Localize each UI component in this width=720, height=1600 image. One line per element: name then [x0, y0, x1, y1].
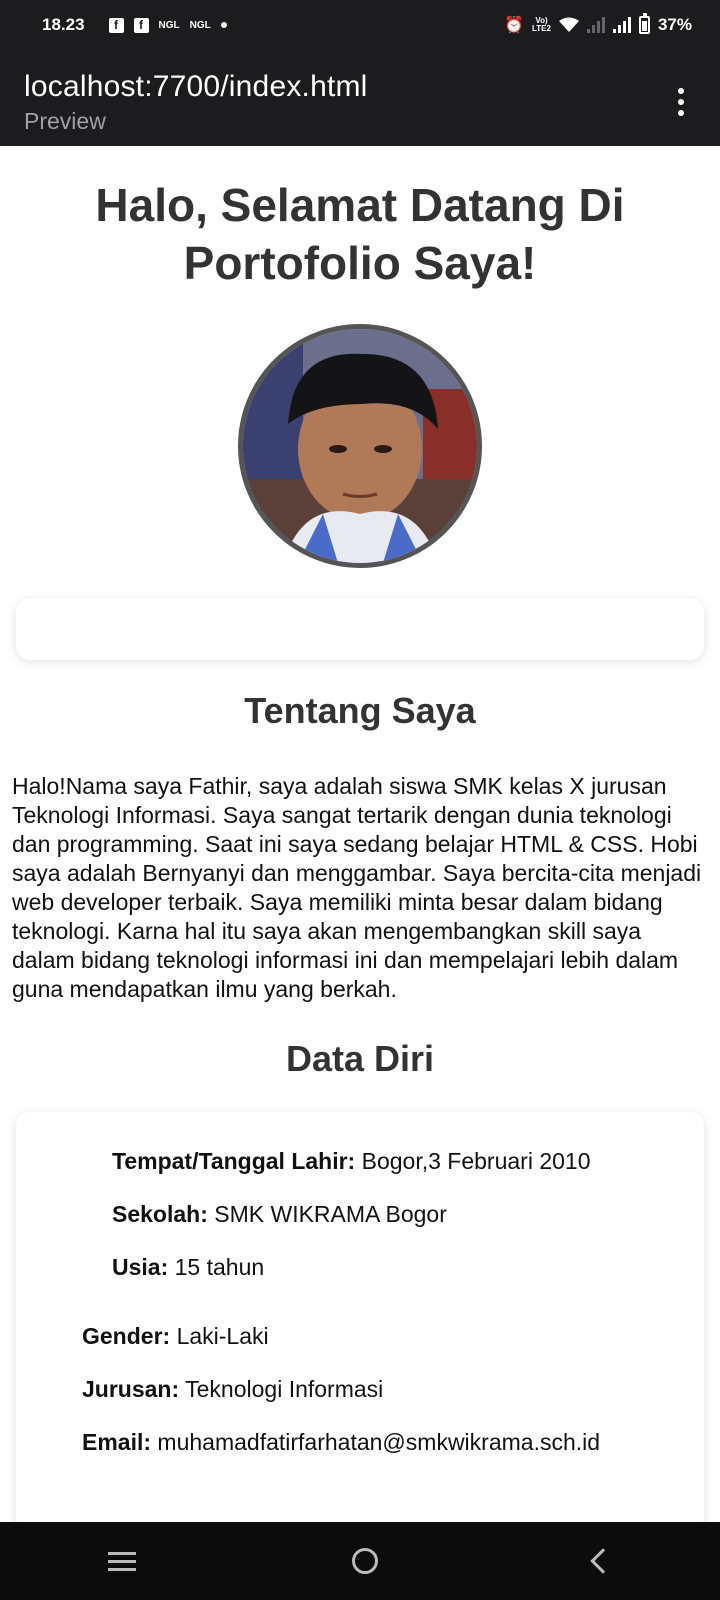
- data-row-sekolah: Sekolah: SMK WIKRAMA Bogor: [16, 1201, 704, 1228]
- usia-label: Usia:: [112, 1254, 169, 1280]
- facebook-icon: f: [133, 17, 149, 33]
- about-heading: Tentang Saya: [244, 690, 476, 731]
- alarm-icon: ⏰: [504, 17, 524, 34]
- system-icons: ⏰ Vo) LTE2 37%: [504, 13, 692, 35]
- data-row-gender: Gender: Laki-Laki: [16, 1323, 704, 1350]
- usia-value: 15 tahun: [174, 1254, 265, 1280]
- sekolah-value: SMK WIKRAMA Bogor: [214, 1201, 447, 1227]
- more-vert-icon[interactable]: [678, 88, 684, 116]
- ttl-value: Bogor,3 Februari 2010: [361, 1148, 591, 1174]
- url-text[interactable]: localhost:7700/index.html: [24, 70, 696, 104]
- page-title: Halo, Selamat Datang Di Portofolio Saya!: [95, 179, 625, 289]
- profile-photo-wrapper: [0, 324, 720, 568]
- facebook-icon: f: [108, 17, 124, 33]
- status-bar: 18.23 f f NGL NGL ⏰ Vo) LTE2 37%: [0, 0, 720, 50]
- gender-label: Gender:: [82, 1323, 171, 1349]
- ngl-icon: NGL: [158, 19, 180, 31]
- email-value[interactable]: muhamadfatirfarhatan@smkwikrama.sch.id: [157, 1429, 600, 1455]
- profile-photo: [238, 324, 482, 568]
- personal-data-card: Tempat/Tanggal Lahir: Bogor,3 Februari 2…: [16, 1112, 704, 1522]
- signal-sim1-icon: [586, 17, 605, 33]
- wifi-icon: [558, 17, 579, 32]
- sekolah-label: Sekolah:: [112, 1201, 208, 1227]
- signal-sim2-icon: [612, 17, 631, 33]
- data-row-email: Email: muhamadfatirfarhatan@smkwikrama.s…: [16, 1429, 704, 1456]
- data-row-ttl: Tempat/Tanggal Lahir: Bogor,3 Februari 2…: [16, 1148, 704, 1175]
- preview-subtitle: Preview: [24, 108, 106, 134]
- empty-card: [16, 598, 704, 660]
- more-notifications-dot-icon: [220, 22, 227, 28]
- ngl-icon: NGL: [189, 19, 211, 31]
- jurusan-label: Jurusan:: [82, 1376, 180, 1402]
- page-content: Halo, Selamat Datang Di Portofolio Saya!…: [0, 146, 720, 1522]
- jurusan-value: Teknologi Informasi: [185, 1376, 384, 1402]
- data-heading: Data Diri: [285, 1038, 435, 1079]
- volte-icon: Vo) LTE2: [532, 16, 551, 33]
- gender-value: Laki-Laki: [176, 1323, 269, 1349]
- battery-percent: 37%: [657, 15, 692, 34]
- notification-icons: f f NGL NGL: [108, 17, 227, 33]
- home-icon[interactable]: [352, 1548, 378, 1574]
- browser-toolbar: localhost:7700/index.html Preview: [0, 50, 720, 146]
- status-time: 18.23: [42, 15, 85, 34]
- data-row-jurusan: Jurusan: Teknologi Informasi: [16, 1376, 704, 1403]
- system-navigation-bar: [0, 1522, 720, 1600]
- back-icon[interactable]: [590, 1548, 616, 1574]
- about-text: Halo!Nama saya Fathir, saya adalah siswa…: [12, 773, 702, 1002]
- ttl-label: Tempat/Tanggal Lahir:: [112, 1148, 356, 1174]
- email-label: Email:: [82, 1429, 152, 1455]
- data-row-usia: Usia: 15 tahun: [16, 1254, 704, 1281]
- battery-icon: [638, 13, 650, 34]
- recent-apps-icon[interactable]: [108, 1551, 136, 1571]
